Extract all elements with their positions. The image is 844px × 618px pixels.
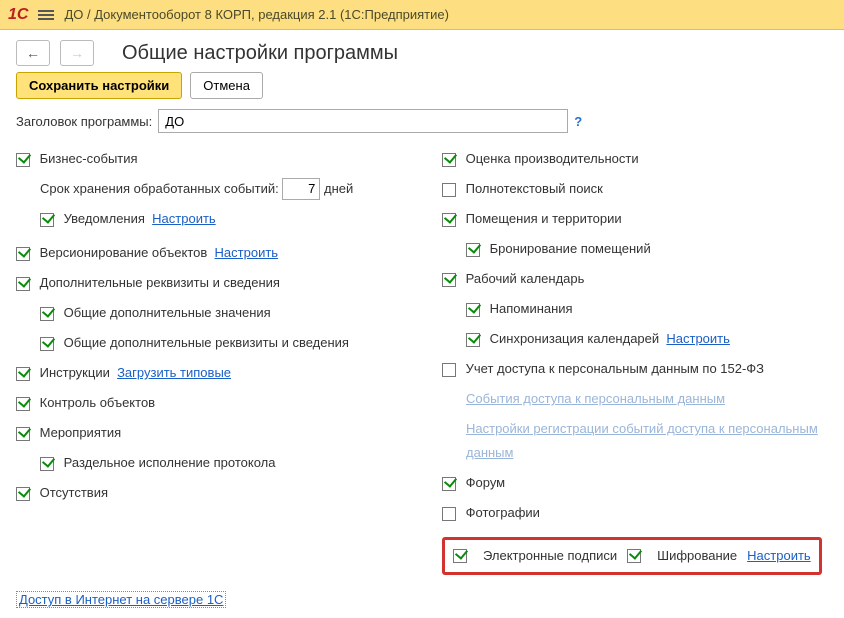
photos-label: Фотографии [466,505,540,520]
notifications-label: Уведомления [64,211,145,226]
extra-values-checkbox[interactable] [40,307,54,321]
premises-checkbox[interactable] [442,213,456,227]
pd-access-checkbox[interactable] [442,363,456,377]
pd-reg-settings-link[interactable]: Настройки регистрации событий доступа к … [466,421,818,460]
program-title-label: Заголовок программы: [16,114,152,129]
load-typical-link[interactable]: Загрузить типовые [117,365,231,380]
business-events-checkbox[interactable] [16,153,30,167]
window-title: ДО / Документооборот 8 КОРП, редакция 2.… [64,7,449,22]
versioning-checkbox[interactable] [16,247,30,261]
retention-unit: дней [324,181,353,196]
instructions-label: Инструкции [40,365,110,380]
encryption-label: Шифрование [657,544,737,568]
retention-days-input[interactable] [282,178,320,200]
help-icon[interactable]: ? [574,114,582,129]
extra-all-label: Общие дополнительные реквизиты и сведени… [64,335,349,350]
object-control-label: Контроль объектов [40,395,155,410]
absences-checkbox[interactable] [16,487,30,501]
esig-checkbox[interactable] [453,549,467,563]
forum-checkbox[interactable] [442,477,456,491]
perf-eval-checkbox[interactable] [442,153,456,167]
highlighted-esignature-group: Электронные подписи Шифрование Настроить [442,537,822,575]
sync-cal-label: Синхронизация календарей [490,331,660,346]
versioning-label: Версионирование объектов [40,245,208,260]
perf-eval-label: Оценка производительности [466,151,639,166]
instructions-checkbox[interactable] [16,367,30,381]
internet-access-link[interactable]: Доступ в Интернет на сервере 1С [16,591,226,608]
calendar-label: Рабочий календарь [466,271,585,286]
esig-configure-link[interactable]: Настроить [747,544,811,568]
page-title: Общие настройки программы [122,42,398,65]
booking-checkbox[interactable] [466,243,480,257]
split-protocol-checkbox[interactable] [40,457,54,471]
extra-props-label: Дополнительные реквизиты и сведения [40,275,280,290]
calendar-checkbox[interactable] [442,273,456,287]
absences-label: Отсутствия [40,485,108,500]
split-protocol-label: Раздельное исполнение протокола [64,455,276,470]
extra-values-label: Общие дополнительные значения [64,305,271,320]
menu-icon[interactable] [38,10,54,20]
business-events-label: Бизнес-события [40,151,138,166]
pd-access-label: Учет доступа к персональным данным по 15… [466,361,764,376]
esig-label: Электронные подписи [483,544,617,568]
save-button[interactable]: Сохранить настройки [16,72,182,99]
booking-label: Бронирование помещений [490,241,651,256]
reminders-checkbox[interactable] [466,303,480,317]
cancel-button[interactable]: Отмена [190,72,263,99]
sync-cal-checkbox[interactable] [466,333,480,347]
forum-label: Форум [466,475,506,490]
pd-events-link[interactable]: События доступа к персональным данным [466,391,725,406]
reminders-label: Напоминания [490,301,573,316]
object-control-checkbox[interactable] [16,397,30,411]
versioning-configure-link[interactable]: Настроить [215,245,279,260]
sync-cal-configure-link[interactable]: Настроить [666,331,730,346]
extra-all-checkbox[interactable] [40,337,54,351]
retention-label: Срок хранения обработанных событий: [40,181,279,196]
fulltext-checkbox[interactable] [442,183,456,197]
app-logo: 1C [8,6,28,24]
premises-label: Помещения и территории [466,211,622,226]
photos-checkbox[interactable] [442,507,456,521]
activities-label: Мероприятия [40,425,122,440]
notifications-checkbox[interactable] [40,213,54,227]
fulltext-label: Полнотекстовый поиск [466,181,603,196]
forward-button[interactable]: → [60,40,94,66]
activities-checkbox[interactable] [16,427,30,441]
back-button[interactable]: ← [16,40,50,66]
extra-props-checkbox[interactable] [16,277,30,291]
notifications-configure-link[interactable]: Настроить [152,211,216,226]
encryption-checkbox[interactable] [627,549,641,563]
program-title-input[interactable] [158,109,568,133]
